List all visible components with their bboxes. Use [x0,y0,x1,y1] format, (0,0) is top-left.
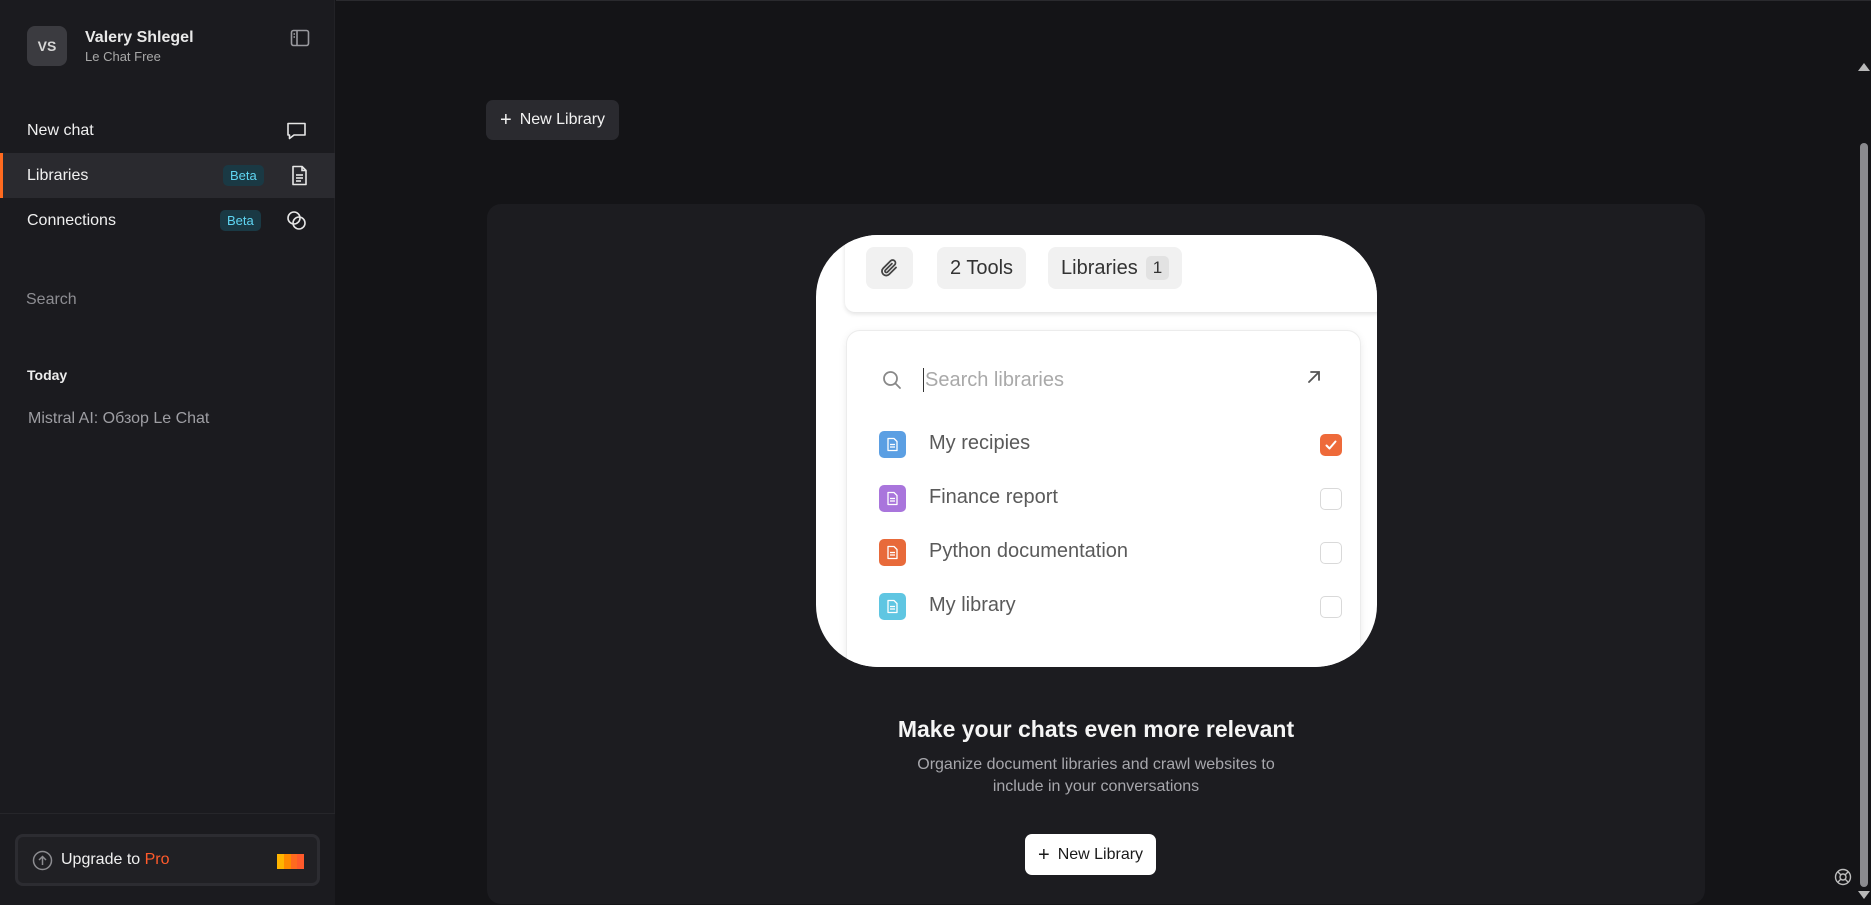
history-section-today: Today [27,367,68,383]
arrow-up-circle-icon [32,850,53,871]
library-checkbox [1320,488,1342,510]
upgrade-pro: Pro [144,851,170,868]
connections-icon [285,209,308,232]
libraries-chip: Libraries 1 [1048,247,1183,289]
main-content: + New Library 2 Tools Libraries 1 Search… [336,0,1871,905]
scroll-down-arrow-icon[interactable] [1858,891,1870,899]
library-name: Finance report [929,486,1058,508]
library-document-icon [879,485,906,512]
sidebar-toggle-icon[interactable] [289,27,311,49]
library-checkbox [1320,542,1342,564]
library-document-icon [879,539,906,566]
beta-badge: Beta [220,210,261,231]
library-row: My recipies [879,429,1342,459]
search-icon [881,369,903,391]
new-library-label: New Library [519,111,606,128]
library-checkbox [1320,596,1342,618]
new-library-button[interactable]: + New Library [1025,834,1157,875]
avatar[interactable]: VS [27,26,67,66]
beta-badge: Beta [223,165,264,186]
nav-new-chat-label: New chat [27,121,94,139]
nav-new-chat[interactable]: New chat [0,108,335,153]
library-document-icon [879,593,906,620]
empty-state-description: Organize document libraries and crawl we… [917,756,1275,795]
history-item[interactable]: Mistral AI: Обзор Le Chat [28,410,209,428]
nav-libraries[interactable]: Libraries Beta [0,153,335,198]
arrow-up-right-icon [1304,367,1324,387]
empty-state-title: Make your chats even more relevant [897,716,1295,742]
pro-flag-icon [277,854,304,869]
plus-icon: + [1038,843,1050,866]
libraries-count: 1 [1145,256,1170,280]
plus-icon: + [500,109,512,131]
libraries-search: Search libraries [881,363,1331,397]
document-icon [288,164,311,187]
profile-text: Valery Shlegel Le Chat Free [85,29,194,64]
upgrade-prefix: Upgrade to [61,851,145,868]
new-library-label: New Library [1057,845,1144,863]
new-library-button-top[interactable]: + New Library [486,100,620,140]
library-checkbox-checked [1320,434,1342,456]
app: VS Valery Shlegel Le Chat Free New chat [0,0,1871,905]
profile-name: Valery Shlegel [85,28,194,46]
scrollbar-thumb[interactable] [1860,143,1868,887]
profile[interactable]: VS Valery Shlegel Le Chat Free [27,26,194,66]
libraries-illustration: 2 Tools Libraries 1 Search libraries My … [816,235,1377,667]
sidebar-search[interactable]: Search [26,291,77,309]
chat-bubble-icon [285,119,308,142]
sidebar: VS Valery Shlegel Le Chat Free New chat [0,0,335,905]
upgrade-label: Upgrade to Pro [61,851,170,869]
paperclip-icon [866,247,913,289]
libraries-dropdown: Search libraries My recipies Finance repo… [846,330,1361,667]
library-row: My library [879,591,1342,621]
nav-connections-label: Connections [27,211,116,229]
nav-connections[interactable]: Connections Beta [0,198,335,243]
tools-chip: 2 Tools [937,247,1027,289]
profile-plan: Le Chat Free [85,48,161,64]
sidebar-nav: New chat Libraries Beta Connections Beta [0,108,335,243]
help-lifebuoy-icon[interactable] [1834,868,1852,886]
checkmark-icon [1325,440,1337,450]
illustration-toolbar: 2 Tools Libraries 1 [845,235,1377,312]
scroll-up-arrow-icon[interactable] [1858,63,1870,71]
library-name: My recipies [929,432,1031,454]
libraries-chip-label: Libraries [1061,256,1138,279]
nav-libraries-label: Libraries [27,166,89,184]
empty-state-panel: 2 Tools Libraries 1 Search libraries My … [487,204,1705,904]
library-document-icon [879,431,906,458]
sidebar-footer: Upgrade to Pro [0,813,335,905]
library-row: Python documentation [879,537,1342,567]
libraries-search-placeholder: Search libraries [925,368,1064,391]
library-row: Finance report [879,483,1342,513]
upgrade-button[interactable]: Upgrade to Pro [15,834,320,886]
library-name: My library [929,594,1016,616]
library-name: Python documentation [929,540,1129,562]
text-caret [923,368,924,392]
